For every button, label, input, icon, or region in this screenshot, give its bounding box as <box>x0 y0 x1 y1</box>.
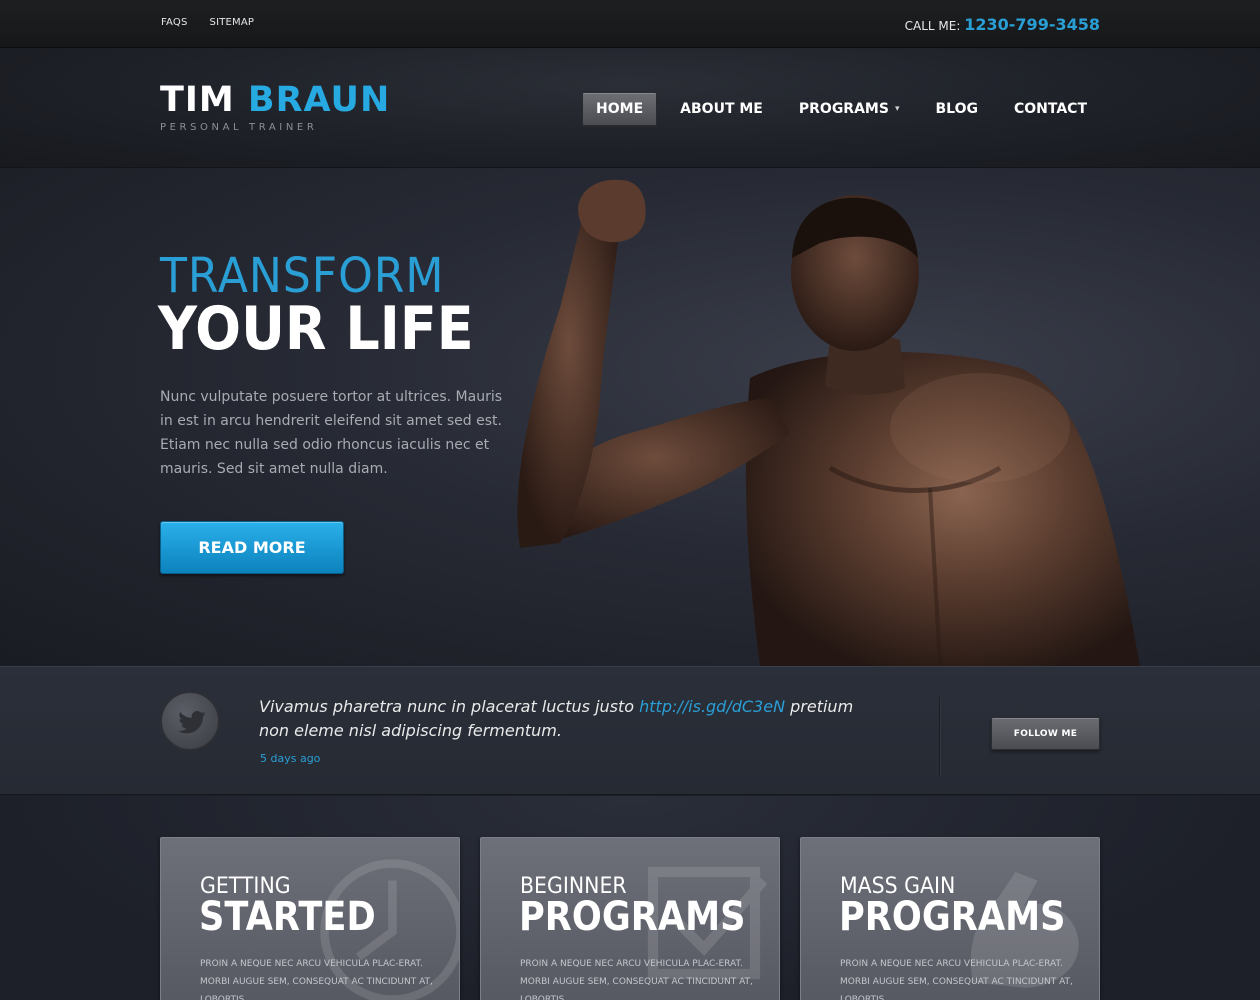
tweet-text: Vivamus pharetra nunc in placerat luctus… <box>259 695 879 743</box>
top-links: FAQS SITEMAP <box>161 17 254 28</box>
nav-about-me[interactable]: ABOUT ME <box>667 93 776 125</box>
call-me: CALL ME: 1230-799-3458 <box>905 15 1100 34</box>
card-beginner-programs[interactable]: BEGINNER PROGRAMS PROIN A NEQUE NEC ARCU… <box>480 837 780 1000</box>
card-text: PROIN A NEQUE NEC ARCU VEHICULA PLAC-ERA… <box>520 959 753 1000</box>
top-bar: FAQS SITEMAP CALL ME: 1230-799-3458 <box>0 0 1260 48</box>
card-text: PROIN A NEQUE NEC ARCU VEHICULA PLAC-ERA… <box>200 959 433 1000</box>
card-mass-gain-programs[interactable]: MASS GAIN PROGRAMS PROIN A NEQUE NEC ARC… <box>800 837 1100 1000</box>
nav-programs-label: PROGRAMS <box>798 101 889 117</box>
nav-home[interactable]: HOME <box>582 92 658 126</box>
feature-section: GETTING STARTED PROIN A NEQUE NEC ARCU V… <box>0 796 1260 1000</box>
faqs-link[interactable]: FAQS <box>161 17 188 28</box>
twitter-bird-icon <box>178 711 206 734</box>
read-more-button[interactable]: READ MORE <box>160 521 344 574</box>
logo[interactable]: TIM BRAUN PERSONAL TRAINER <box>160 80 390 133</box>
nav-about-label: ABOUT ME <box>680 101 763 117</box>
nav-programs[interactable]: PROGRAMS ▾ <box>786 93 913 125</box>
chevron-down-icon: ▾ <box>894 104 900 114</box>
main-nav: HOME ABOUT ME PROGRAMS ▾ BLOG CONTACT <box>572 92 1100 126</box>
tweet-link[interactable]: http://is.gd/dC3eN <box>639 697 785 716</box>
sitemap-link[interactable]: SITEMAP <box>210 17 255 28</box>
divider <box>939 697 940 777</box>
twitter-strip: Vivamus pharetra nunc in placerat luctus… <box>0 666 1260 795</box>
nav-contact-label: CONTACT <box>1013 101 1087 117</box>
hero-title-line2: YOUR LIFE <box>158 294 474 364</box>
tweet-text-before: Vivamus pharetra nunc in placerat luctus… <box>259 697 640 716</box>
logo-name: TIM BRAUN <box>160 80 390 120</box>
tweet-timestamp[interactable]: 5 days ago <box>260 752 320 765</box>
card-title-line2: PROGRAMS <box>839 894 1066 940</box>
nav-blog[interactable]: BLOG <box>922 93 991 125</box>
twitter-badge[interactable] <box>160 691 220 751</box>
nav-blog-label: BLOG <box>935 101 978 117</box>
logo-last-name: BRAUN <box>247 80 391 120</box>
phone-number[interactable]: 1230-799-3458 <box>964 15 1100 34</box>
hero-banner: TRANSFORM YOUR LIFE Nunc vulputate posue… <box>0 168 1260 666</box>
site-header: TIM BRAUN PERSONAL TRAINER HOME ABOUT ME… <box>0 48 1260 168</box>
hero-description: Nunc vulputate posuere tortor at ultrice… <box>160 389 503 477</box>
logo-first-name: TIM <box>160 80 235 120</box>
card-title-line2: PROGRAMS <box>519 894 746 940</box>
nav-contact[interactable]: CONTACT <box>1001 93 1100 125</box>
call-label: CALL ME: <box>904 19 961 33</box>
nav-home-label: HOME <box>596 101 644 117</box>
card-text: PROIN A NEQUE NEC ARCU VEHICULA PLAC-ERA… <box>840 959 1073 1000</box>
follow-me-button[interactable]: FOLLOW ME <box>991 717 1100 750</box>
athlete-photo <box>517 179 1140 666</box>
card-getting-started[interactable]: GETTING STARTED PROIN A NEQUE NEC ARCU V… <box>160 837 460 1000</box>
card-title-line2: STARTED <box>199 894 376 940</box>
logo-tagline: PERSONAL TRAINER <box>160 122 318 133</box>
